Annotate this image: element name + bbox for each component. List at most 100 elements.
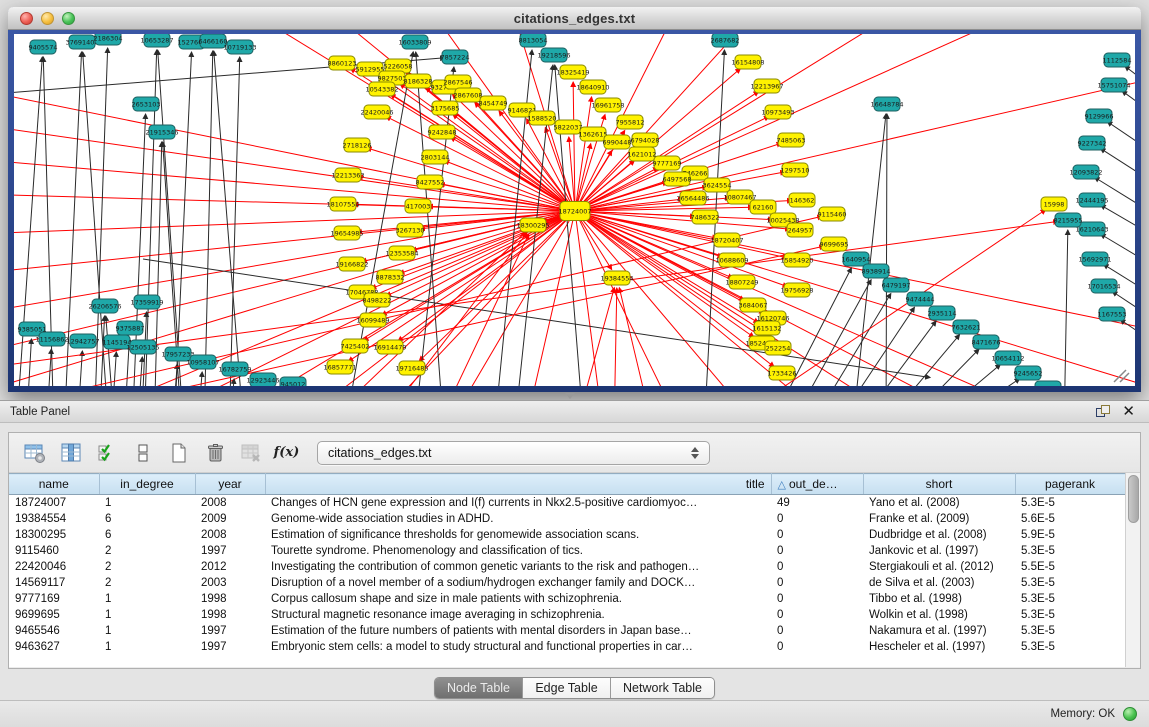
column-header[interactable]: △out_de… xyxy=(771,474,863,495)
graph-node[interactable]: 16648784 xyxy=(870,97,903,111)
graph-node[interactable]: 2803144 xyxy=(421,150,450,164)
graph-node[interactable]: 10654112 xyxy=(991,351,1024,365)
graph-node[interactable]: 9375887 xyxy=(116,321,145,335)
graph-node[interactable]: 1733426 xyxy=(768,366,797,380)
graph-node[interactable]: 6794028 xyxy=(631,133,660,147)
graph-node[interactable]: 19384554 xyxy=(600,271,633,285)
graph-node[interactable]: 6497568 xyxy=(663,172,692,186)
graph-node[interactable]: 7955812 xyxy=(616,115,645,129)
graph-node[interactable]: 15751074 xyxy=(1097,78,1130,92)
graph-node[interactable]: 8860123 xyxy=(328,56,357,70)
table-row[interactable]: 1456911722003Disruption of a novel membe… xyxy=(9,575,1125,591)
graph-node[interactable]: 18300295 xyxy=(516,218,549,232)
graph-node[interactable]: 7485063 xyxy=(777,133,806,147)
graph-node[interactable]: 2935114 xyxy=(928,306,957,320)
window-titlebar[interactable]: citations_edges.txt xyxy=(8,7,1141,30)
column-header[interactable]: name xyxy=(9,474,99,495)
table-row[interactable]: 946554611997Estimation of the future num… xyxy=(9,623,1125,639)
delete-table-icon[interactable] xyxy=(201,439,228,466)
column-header[interactable]: in_degree xyxy=(99,474,195,495)
graph-node[interactable]: 12923446 xyxy=(246,373,279,386)
zoom-window-button[interactable] xyxy=(62,12,75,25)
function-builder-icon[interactable]: f(x) xyxy=(273,439,300,466)
graph-node[interactable]: 16914479 xyxy=(373,340,406,354)
column-header[interactable]: title xyxy=(265,474,771,495)
network-table-select[interactable]: citations_edges.txt xyxy=(317,441,710,465)
graph-node[interactable]: 7857224 xyxy=(441,50,470,64)
column-header[interactable]: short xyxy=(863,474,1015,495)
graph-node[interactable]: 8498222 xyxy=(363,293,392,307)
graph-node[interactable]: 12505135 xyxy=(126,340,159,354)
graph-node[interactable]: 2186304 xyxy=(94,34,123,45)
graph-node[interactable]: 1112584 xyxy=(1103,53,1132,67)
show-columns-icon[interactable] xyxy=(57,439,84,466)
graph-node[interactable]: 18807249 xyxy=(725,275,758,289)
table-row[interactable]: 977716911998Corpus callosum shape and si… xyxy=(9,591,1125,607)
graph-node[interactable]: 15854920 xyxy=(780,253,813,267)
float-panel-icon[interactable] xyxy=(1096,405,1110,418)
graph-node[interactable]: 15692971 xyxy=(1078,252,1111,266)
close-window-button[interactable] xyxy=(20,12,33,25)
graph-node[interactable]: 3624554 xyxy=(703,178,732,192)
table-scrollbar-thumb[interactable] xyxy=(1128,475,1139,523)
graph-node[interactable]: 8471676 xyxy=(972,335,1001,349)
graph-node[interactable]: 19756928 xyxy=(780,283,813,297)
graph-node[interactable]: 9245652 xyxy=(1014,366,1043,380)
graph-node[interactable]: 1167553 xyxy=(1098,307,1127,321)
graph-node[interactable]: 1588520 xyxy=(528,111,557,125)
graph-node[interactable]: 417003 xyxy=(405,199,431,213)
graph-node[interactable]: 26564486 xyxy=(676,191,709,205)
graph-node[interactable]: 2718126 xyxy=(343,138,372,152)
tab-edge-table[interactable]: Edge Table xyxy=(523,678,611,698)
graph-node[interactable]: 16099489 xyxy=(356,313,389,327)
table-row[interactable]: 1830029562008Estimation of significance … xyxy=(9,527,1125,543)
graph-node[interactable]: 16961758 xyxy=(591,98,624,112)
graph-node[interactable]: 18107554 xyxy=(326,197,359,211)
new-table-icon[interactable] xyxy=(165,439,192,466)
graph-node[interactable]: 12213363 xyxy=(331,168,364,182)
graph-node[interactable]: 7425402 xyxy=(341,339,370,353)
graph-node[interactable]: 9313276 xyxy=(1034,381,1063,386)
table-row[interactable]: 911546021997Tourette syndrome. Phenomeno… xyxy=(9,543,1125,559)
graph-node[interactable]: 9129966 xyxy=(1085,109,1114,123)
graph-node[interactable]: 8427552 xyxy=(416,175,445,189)
graph-node[interactable]: 9405574 xyxy=(29,40,58,54)
graph-node[interactable]: 12444195 xyxy=(1075,193,1108,207)
graph-node[interactable]: 2687682 xyxy=(711,34,740,47)
graph-node[interactable]: 18720407 xyxy=(710,233,743,247)
graph-node[interactable]: 2653103 xyxy=(132,97,161,111)
graph-node[interactable]: 9227342 xyxy=(1078,136,1107,150)
graph-node[interactable]: 146362 xyxy=(789,193,815,207)
graph-node[interactable]: 3175685 xyxy=(431,101,460,115)
graph-node[interactable]: 22420046 xyxy=(360,105,393,119)
graph-node[interactable]: 8813054 xyxy=(519,34,548,47)
graph-node[interactable]: 12213967 xyxy=(750,79,783,93)
graph-node[interactable]: 9777169 xyxy=(653,156,682,170)
graph-node[interactable]: 16782759 xyxy=(218,362,251,376)
table-row[interactable]: 1938455462009Genome-wide association stu… xyxy=(9,511,1125,527)
row-checks-icon[interactable] xyxy=(93,439,120,466)
graph-node[interactable]: 10688609 xyxy=(715,253,748,267)
graph-node[interactable]: 7486322 xyxy=(691,210,720,224)
table-row[interactable]: 946362711997Embryonic stem cells: a mode… xyxy=(9,639,1125,655)
graph-node[interactable]: 62160 xyxy=(750,200,776,214)
table-row[interactable]: 2242004622012Investigating the contribut… xyxy=(9,559,1125,575)
graph-node[interactable]: 10543382 xyxy=(365,82,398,96)
graph-node[interactable]: 9699695 xyxy=(820,237,849,251)
column-header[interactable]: year xyxy=(195,474,265,495)
network-svg[interactable]: 1872400718300295886012359129555226058982… xyxy=(14,34,1135,386)
graph-node[interactable]: 8878332 xyxy=(376,270,405,284)
graph-node[interactable]: 9115460 xyxy=(818,207,847,221)
graph-node[interactable]: 3684067 xyxy=(739,298,768,312)
graph-node[interactable]: 11156862 xyxy=(35,332,68,346)
graph-node[interactable]: 6479197 xyxy=(882,278,911,292)
graph-node[interactable]: 21915346 xyxy=(145,125,178,139)
graph-node[interactable]: 8186328 xyxy=(404,74,433,88)
tab-node-table[interactable]: Node Table xyxy=(435,678,523,698)
graph-node[interactable]: 26206576 xyxy=(88,299,121,313)
graph-node[interactable]: 15998 xyxy=(1041,197,1067,211)
graph-node[interactable]: 252254 xyxy=(765,341,791,355)
graph-node[interactable]: 17016534 xyxy=(1087,279,1120,293)
graph-node[interactable]: 8938914 xyxy=(862,264,891,278)
graph-node[interactable]: 9242848 xyxy=(428,125,457,139)
